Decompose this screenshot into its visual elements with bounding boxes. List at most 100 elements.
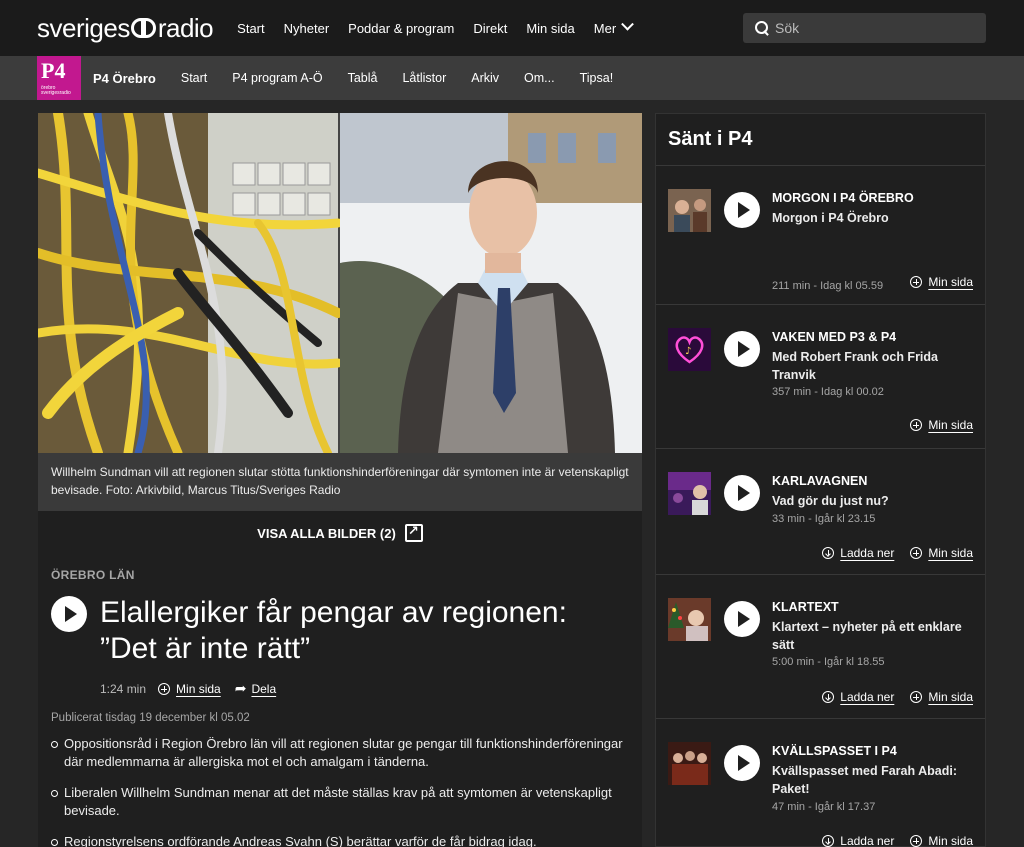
episode-play-button[interactable] bbox=[724, 331, 760, 367]
episode-thumbnail[interactable] bbox=[668, 189, 711, 232]
episode-item-kvallspasset: KVÄLLSPASSET I P4 Kvällspasset med Farah… bbox=[656, 718, 985, 847]
search-icon bbox=[755, 21, 769, 35]
episode-title[interactable]: Morgon i P4 Örebro bbox=[772, 209, 972, 227]
my-page-label: Min sida bbox=[928, 275, 973, 289]
nav-poddar-program[interactable]: Poddar & program bbox=[348, 21, 454, 36]
episode-item-morgon: MORGON I P4 ÖREBRO Morgon i P4 Örebro 21… bbox=[656, 165, 985, 304]
episode-title[interactable]: Vad gör du just nu? bbox=[772, 492, 972, 510]
list-item: Liberalen Willhelm Sundman menar att det… bbox=[51, 784, 631, 820]
add-to-my-page-button[interactable]: Min sida bbox=[910, 275, 973, 289]
nav-start[interactable]: Start bbox=[237, 21, 264, 36]
hero-caption: Willhelm Sundman vill att regionen sluta… bbox=[38, 453, 642, 511]
bullet-icon bbox=[51, 790, 58, 797]
episode-meta: 357 min - Idag kl 00.02 bbox=[772, 386, 884, 398]
p4-logo-text: P4 bbox=[41, 58, 66, 83]
episode-show-name[interactable]: VAKEN MED P3 & P4 bbox=[772, 330, 896, 344]
nav-min-sida[interactable]: Min sida bbox=[526, 21, 574, 36]
channel-nav: P4 Örebro Start P4 program A-Ö Tablå Låt… bbox=[93, 71, 638, 86]
article-body: ÖREBRO LÄN Elallergiker får pengar av re… bbox=[38, 555, 642, 847]
episode-thumbnail[interactable]: ♪ bbox=[668, 328, 711, 371]
bullet-text: Oppositionsråd i Region Örebro län vill … bbox=[64, 736, 623, 769]
episode-show-name[interactable]: KARLAVAGNEN bbox=[772, 474, 867, 488]
my-page-label: Min sida bbox=[928, 690, 973, 704]
search-input[interactable] bbox=[775, 20, 975, 36]
published-date: Publicerat tisdag 19 december kl 05.02 bbox=[51, 712, 250, 724]
subnav-tipsa[interactable]: Tipsa! bbox=[580, 71, 614, 85]
top-navigation-bar: sveriges radio Start Nyheter Poddar & pr… bbox=[0, 0, 1024, 56]
nav-direkt[interactable]: Direkt bbox=[473, 21, 507, 36]
episode-play-button[interactable] bbox=[724, 745, 760, 781]
bullet-icon bbox=[51, 741, 58, 748]
article-summary-list: Oppositionsråd i Region Örebro län vill … bbox=[51, 735, 631, 847]
subnav-om[interactable]: Om... bbox=[524, 71, 555, 85]
subnav-program-a-o[interactable]: P4 program A-Ö bbox=[232, 71, 322, 85]
nav-mer-dropdown[interactable]: Mer bbox=[594, 17, 635, 36]
episode-actions: Min sida bbox=[894, 275, 973, 289]
download-button[interactable]: Ladda ner bbox=[822, 546, 894, 560]
list-item: Regionstyrelsens ordförande Andreas Svah… bbox=[51, 833, 631, 847]
add-icon bbox=[910, 691, 923, 703]
add-to-my-page-button[interactable]: Min sida bbox=[176, 682, 221, 696]
add-icon bbox=[910, 547, 923, 559]
chevron-down-icon bbox=[621, 17, 635, 31]
audio-duration: 1:24 min bbox=[100, 681, 147, 696]
episode-title[interactable]: Klartext – nyheter på ett enklare sätt bbox=[772, 618, 972, 654]
sr-logo-mark-icon bbox=[130, 18, 157, 38]
show-all-images-button[interactable]: VISA ALLA BILDER (2) bbox=[38, 511, 642, 555]
subnav-arkiv[interactable]: Arkiv bbox=[471, 71, 499, 85]
article-audio-meta: 1:24 min Min sida ➦ Dela bbox=[100, 680, 276, 697]
my-page-label: Min sida bbox=[928, 834, 973, 847]
sveriges-radio-logo[interactable]: sveriges radio bbox=[37, 12, 214, 44]
download-icon bbox=[822, 691, 835, 703]
add-icon bbox=[910, 276, 923, 288]
download-label: Ladda ner bbox=[840, 546, 895, 560]
episode-play-button[interactable] bbox=[724, 601, 760, 637]
channel-navigation-bar: P4 örebro sverigesradio P4 Örebro Start … bbox=[0, 56, 1024, 100]
add-to-my-page-button[interactable]: Min sida bbox=[910, 690, 973, 704]
episode-show-name[interactable]: KLARTEXT bbox=[772, 600, 839, 614]
episode-thumbnail[interactable] bbox=[668, 472, 711, 515]
episode-play-button[interactable] bbox=[724, 475, 760, 511]
list-item: Oppositionsråd i Region Örebro län vill … bbox=[51, 735, 631, 771]
add-to-my-page-button[interactable]: Min sida bbox=[910, 834, 973, 847]
episode-show-name[interactable]: MORGON I P4 ÖREBRO bbox=[772, 191, 914, 205]
episode-show-name[interactable]: KVÄLLSPASSET I P4 bbox=[772, 744, 897, 758]
subnav-tabla[interactable]: Tablå bbox=[348, 71, 378, 85]
nav-nyheter[interactable]: Nyheter bbox=[284, 21, 330, 36]
article-hero-image[interactable] bbox=[38, 113, 642, 453]
article-kicker[interactable]: ÖREBRO LÄN bbox=[51, 568, 135, 582]
add-icon bbox=[158, 682, 171, 695]
episode-play-button[interactable] bbox=[724, 192, 760, 228]
download-button[interactable]: Ladda ner bbox=[822, 690, 894, 704]
search-box[interactable] bbox=[743, 13, 986, 43]
download-icon bbox=[822, 547, 835, 559]
episode-meta: 47 min - Igår kl 17.37 bbox=[772, 801, 876, 813]
download-button[interactable]: Ladda ner bbox=[822, 834, 894, 847]
episode-title[interactable]: Med Robert Frank och Frida Tranvik bbox=[772, 348, 972, 384]
article-headline: Elallergiker får pengar av regionen: ”De… bbox=[100, 596, 567, 665]
share-button[interactable]: Dela bbox=[251, 682, 276, 696]
download-icon bbox=[822, 835, 835, 847]
channel-name-link[interactable]: P4 Örebro bbox=[93, 71, 156, 86]
download-label: Ladda ner bbox=[840, 834, 895, 847]
download-label: Ladda ner bbox=[840, 690, 895, 704]
episode-thumbnail[interactable] bbox=[668, 742, 711, 785]
p4-orebro-logo[interactable]: P4 örebro sverigesradio bbox=[37, 56, 81, 100]
logo-text-sveriges: sveriges bbox=[37, 12, 130, 43]
play-article-button[interactable] bbox=[51, 596, 87, 632]
add-to-my-page-button[interactable]: Min sida bbox=[910, 546, 973, 560]
show-all-images-label: VISA ALLA BILDER (2) bbox=[257, 525, 396, 541]
episode-thumbnail[interactable] bbox=[668, 598, 711, 641]
add-to-my-page-button[interactable]: Min sida bbox=[910, 418, 973, 432]
my-page-label: Min sida bbox=[928, 546, 973, 560]
subnav-latlistor[interactable]: Låtlistor bbox=[402, 71, 446, 85]
svg-text:♪: ♪ bbox=[685, 346, 691, 357]
episode-meta: 5:00 min - Igår kl 18.55 bbox=[772, 656, 885, 668]
logo-text-radio: radio bbox=[157, 12, 214, 43]
subnav-start[interactable]: Start bbox=[181, 71, 207, 85]
episode-title[interactable]: Kvällspasset med Farah Abadi: Paket! bbox=[772, 762, 972, 798]
p4-logo-subtext: örebro sverigesradio bbox=[41, 85, 71, 96]
episode-actions: Ladda ner Min sida bbox=[806, 690, 973, 704]
bullet-text: Liberalen Willhelm Sundman menar att det… bbox=[64, 785, 612, 818]
episode-actions: Min sida bbox=[894, 418, 973, 432]
